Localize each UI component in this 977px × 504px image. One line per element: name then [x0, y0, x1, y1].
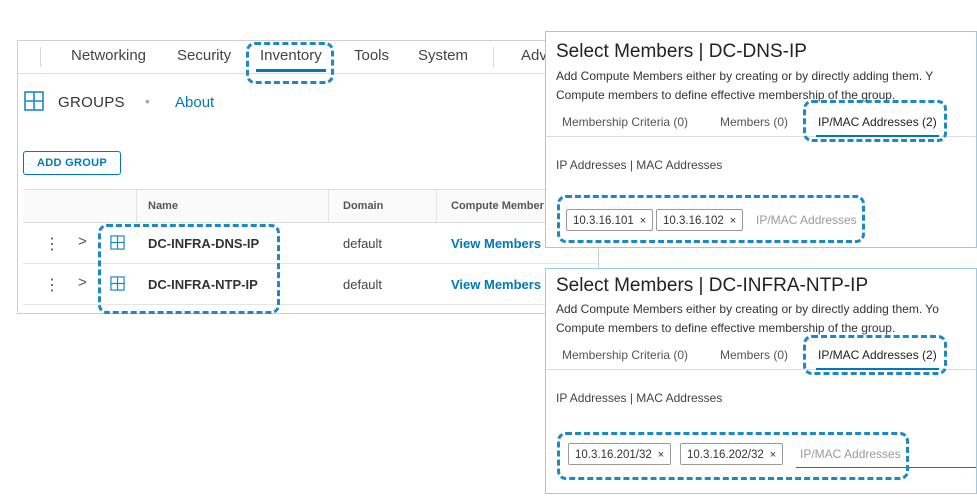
nav-tools[interactable]: Tools: [354, 47, 389, 64]
nav-advanced[interactable]: Adv: [521, 47, 547, 64]
tab-members[interactable]: Members (0): [720, 348, 788, 362]
nav-system[interactable]: System: [418, 47, 468, 64]
column-divider: [436, 190, 437, 222]
column-divider: [136, 190, 137, 222]
nav-networking[interactable]: Networking: [71, 47, 146, 64]
tab-members[interactable]: Members (0): [720, 115, 788, 129]
panel-title: Select Members | DC-INFRA-NTP-IP: [556, 275, 869, 296]
groups-callout: [98, 224, 280, 314]
expand-row-icon[interactable]: >: [78, 274, 87, 291]
nav-security[interactable]: Security: [177, 47, 231, 64]
header-separator: •: [145, 93, 150, 109]
page-header: GROUPS • About: [18, 87, 318, 115]
groups-icon: [24, 91, 44, 111]
tab-membership-criteria[interactable]: Membership Criteria (0): [562, 115, 688, 129]
section-label: IP Addresses | MAC Addresses: [556, 391, 723, 405]
inventory-callout: [246, 42, 334, 84]
view-members-link[interactable]: View Members: [451, 277, 541, 292]
expand-row-icon[interactable]: >: [78, 233, 87, 250]
row-actions-icon[interactable]: ⋮: [44, 234, 60, 254]
section-label: IP Addresses | MAC Addresses: [556, 158, 723, 172]
nav-divider: [493, 47, 494, 67]
ip-addresses-callout: [557, 432, 909, 480]
panel-title: Select Members | DC-DNS-IP: [556, 41, 807, 62]
about-link[interactable]: About: [175, 94, 214, 111]
column-divider: [328, 190, 329, 222]
column-compute-members[interactable]: Compute Member: [451, 200, 544, 212]
table-header: Name Domain Compute Member: [23, 189, 598, 223]
nav-divider: [40, 47, 41, 67]
column-domain[interactable]: Domain: [343, 200, 383, 212]
ip-mac-tab-callout: [803, 335, 947, 375]
ip-mac-tab-callout: [803, 100, 947, 142]
panel-description: Add Compute Members either by creating o…: [556, 69, 934, 83]
panel-description: Add Compute Members either by creating o…: [556, 302, 939, 316]
page-title: GROUPS: [58, 94, 125, 111]
group-domain: default: [343, 236, 383, 251]
add-group-button[interactable]: ADD GROUP: [23, 151, 121, 175]
tab-membership-criteria[interactable]: Membership Criteria (0): [562, 348, 688, 362]
view-members-link[interactable]: View Members: [451, 236, 541, 251]
group-domain: default: [343, 277, 383, 292]
ip-addresses-callout: [557, 195, 865, 243]
row-actions-icon[interactable]: ⋮: [44, 275, 60, 295]
column-name[interactable]: Name: [148, 200, 178, 212]
